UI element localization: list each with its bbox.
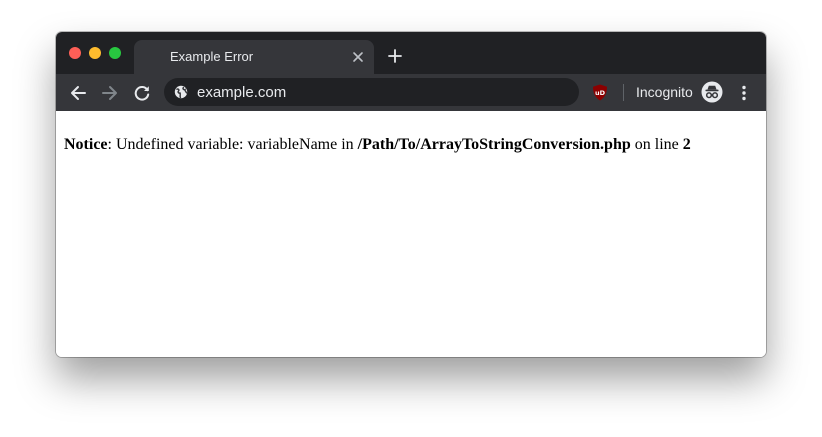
- ublock-origin-icon[interactable]: uD: [592, 84, 608, 101]
- profile-label[interactable]: Incognito: [636, 84, 693, 100]
- arrow-left-icon[interactable]: [69, 84, 87, 102]
- globe-icon[interactable]: [174, 85, 188, 99]
- notice-line-text: on line: [630, 136, 683, 153]
- arrow-right-icon[interactable]: [101, 84, 119, 102]
- address-bar[interactable]: example.com: [164, 78, 579, 106]
- close-window-button[interactable]: [69, 47, 81, 59]
- minimize-window-button[interactable]: [89, 47, 101, 59]
- notice-file-path: /Path/To/ArrayToStringConversion.php: [357, 136, 631, 153]
- toolbar-divider: [623, 84, 624, 101]
- tab-title: Example Error: [170, 49, 254, 64]
- incognito-icon[interactable]: [701, 81, 723, 103]
- notice-line-number: 2: [682, 136, 691, 153]
- plus-icon[interactable]: [387, 48, 403, 64]
- close-icon[interactable]: [350, 49, 366, 65]
- title-bar: Example Error: [56, 32, 766, 74]
- reload-icon[interactable]: [133, 84, 151, 102]
- more-vertical-icon[interactable]: [738, 84, 750, 102]
- browser-window: Example Error example.com uD Incognito N…: [56, 32, 766, 357]
- tab-example-error[interactable]: Example Error: [134, 40, 374, 74]
- url-text[interactable]: example.com: [197, 84, 286, 101]
- zoom-window-button[interactable]: [109, 47, 121, 59]
- svg-text:uD: uD: [595, 89, 606, 97]
- notice-label: Notice: [64, 136, 108, 153]
- page-content: Notice: Undefined variable: variableName…: [56, 111, 766, 357]
- toolbar: example.com uD Incognito: [56, 74, 766, 111]
- notice-separator: :: [107, 136, 116, 153]
- php-notice: Notice: Undefined variable: variableName…: [64, 136, 691, 154]
- notice-message: Undefined variable: variableName in: [115, 136, 358, 153]
